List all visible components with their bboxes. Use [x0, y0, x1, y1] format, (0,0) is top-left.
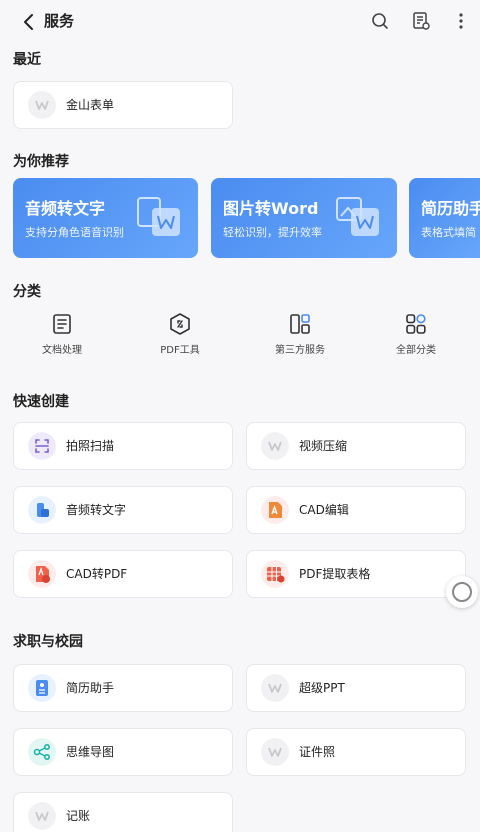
- career-item-label: 超级PPT: [299, 681, 345, 695]
- recent-item[interactable]: 金山表单: [13, 81, 233, 129]
- third-party-icon: [290, 314, 310, 334]
- quick-item-pdf-table[interactable]: PDF提取表格: [246, 550, 466, 598]
- category-label: PDF工具: [160, 345, 200, 356]
- section-title-quick: 快速创建: [13, 394, 69, 410]
- recommend-title: 简历助手: [421, 199, 480, 218]
- quick-item-video-compress[interactable]: 视频压缩: [246, 422, 466, 470]
- recommend-title: 图片转Word: [223, 199, 319, 218]
- quick-item-label: CAD编辑: [299, 503, 349, 517]
- audio-icon: [28, 496, 56, 524]
- wps-logo-icon: [261, 432, 289, 460]
- quick-item-label: 拍照扫描: [66, 439, 115, 453]
- quick-item-label: PDF提取表格: [299, 567, 371, 581]
- back-arrow-icon[interactable]: [18, 11, 40, 33]
- top-bar: 服务: [0, 0, 480, 44]
- category-document[interactable]: 文档处理: [14, 312, 110, 358]
- wps-logo-icon: [28, 91, 56, 119]
- quick-item-label: CAD转PDF: [66, 567, 128, 581]
- recommend-title: 音频转文字: [25, 199, 106, 218]
- category-pdf-tool[interactable]: PDF工具: [132, 312, 228, 358]
- category-all[interactable]: 全部分类: [368, 312, 464, 358]
- document-icon: [53, 314, 71, 334]
- career-item-label: 记账: [66, 809, 91, 823]
- scan-icon: [28, 432, 56, 460]
- pdf-tool-icon: [170, 313, 190, 335]
- recommend-card-resume[interactable]: 简历助手 表格式填简: [409, 178, 480, 258]
- career-item-label: 思维导图: [66, 745, 115, 759]
- section-title-career: 求职与校园: [13, 634, 83, 650]
- search-icon[interactable]: [369, 10, 391, 32]
- recommend-subtitle: 轻松识别，提升效率: [223, 226, 322, 239]
- career-item-label: 简历助手: [66, 681, 115, 695]
- mindmap-icon: [28, 738, 56, 766]
- career-item-resume[interactable]: 简历助手: [13, 664, 233, 712]
- career-item-super-ppt[interactable]: 超级PPT: [246, 664, 466, 712]
- career-item-id-photo[interactable]: 证件照: [246, 728, 466, 776]
- recommend-subtitle: 表格式填简: [421, 226, 476, 239]
- recommend-subtitle: 支持分角色语音识别: [25, 226, 124, 239]
- category-third-party[interactable]: 第三方服务: [252, 312, 348, 358]
- service-list-icon[interactable]: [410, 10, 432, 32]
- career-item-bookkeeping[interactable]: 记账: [13, 792, 233, 832]
- cad-pdf-icon: [28, 560, 56, 588]
- career-item-label: 证件照: [299, 745, 336, 759]
- category-label: 文档处理: [42, 345, 82, 356]
- recent-item-label: 金山表单: [66, 98, 115, 112]
- table-icon: [261, 560, 289, 588]
- audio-word-icon: [137, 197, 180, 236]
- recommend-card-audio[interactable]: 音频转文字 支持分角色语音识别: [13, 178, 198, 258]
- recommend-card-image-word[interactable]: 图片转Word 轻松识别，提升效率: [211, 178, 397, 258]
- wps-logo-icon: [261, 674, 289, 702]
- more-options-icon[interactable]: [450, 10, 472, 32]
- quick-item-scan[interactable]: 拍照扫描: [13, 422, 233, 470]
- grid-icon: [406, 314, 426, 334]
- quick-item-label: 音频转文字: [66, 503, 127, 517]
- quick-item-cad-pdf[interactable]: CAD转PDF: [13, 550, 233, 598]
- category-label: 全部分类: [396, 345, 436, 356]
- career-item-mindmap[interactable]: 思维导图: [13, 728, 233, 776]
- quick-item-label: 视频压缩: [299, 439, 348, 453]
- section-title-recommend: 为你推荐: [13, 154, 69, 170]
- resume-icon: [28, 674, 56, 702]
- page-title: 服务: [44, 12, 75, 30]
- quick-item-audio[interactable]: 音频转文字: [13, 486, 233, 534]
- quick-item-cad-edit[interactable]: CAD编辑: [246, 486, 466, 534]
- wps-logo-icon: [28, 802, 56, 830]
- section-title-recent: 最近: [13, 52, 41, 68]
- floating-assistive-button[interactable]: [446, 576, 478, 608]
- category-label: 第三方服务: [275, 345, 325, 356]
- cad-edit-icon: [261, 496, 289, 524]
- section-title-category: 分类: [13, 284, 41, 300]
- image-word-icon: [336, 197, 379, 236]
- wps-logo-icon: [261, 738, 289, 766]
